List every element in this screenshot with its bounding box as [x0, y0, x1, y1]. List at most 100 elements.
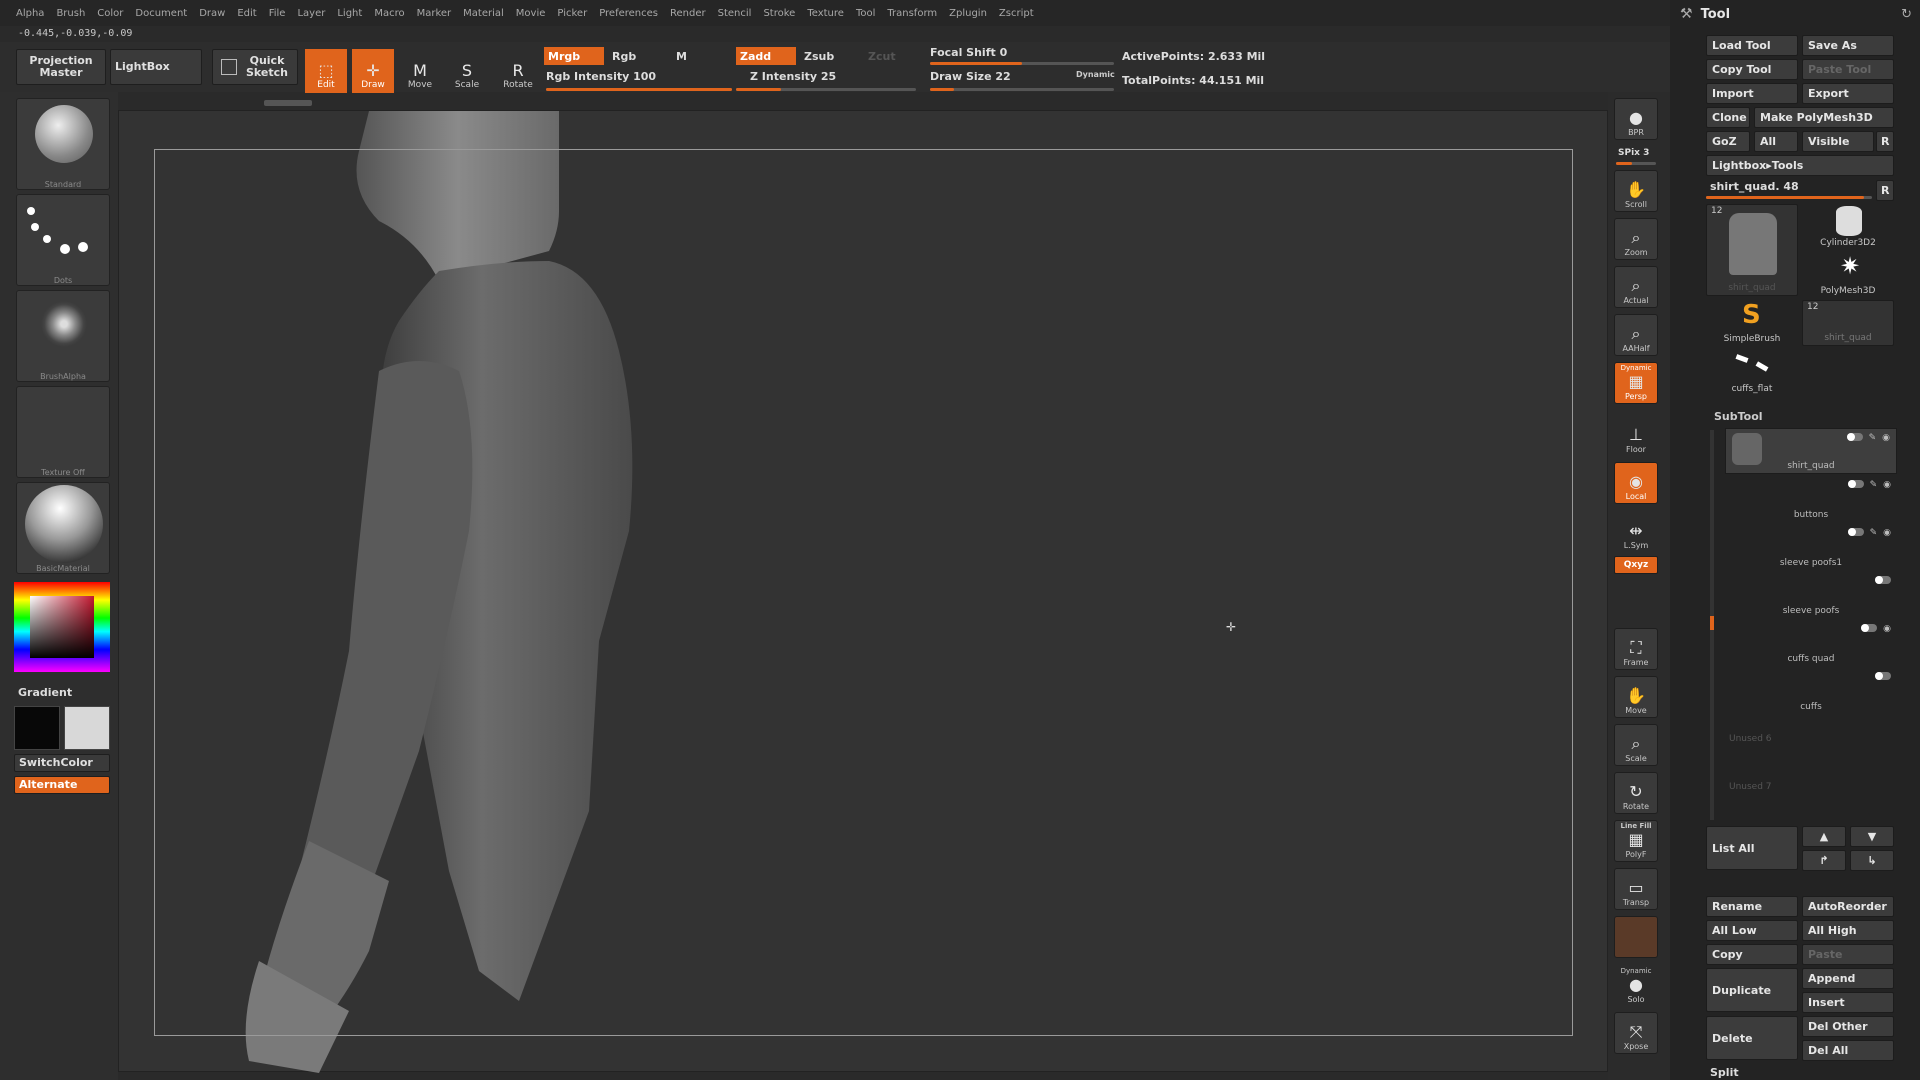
edit-button[interactable]: ⬚ Edit — [305, 49, 347, 93]
tool-item-simplebrush[interactable]: S SimpleBrush — [1706, 300, 1798, 346]
menu-item-stencil[interactable]: Stencil — [718, 8, 752, 19]
import-button[interactable]: Import — [1706, 83, 1798, 104]
color-picker-field[interactable] — [30, 596, 94, 658]
duplicate-button[interactable]: Duplicate — [1706, 968, 1798, 1012]
zsub-button[interactable]: Zsub — [800, 47, 860, 65]
subtool-header[interactable]: SubTool — [1706, 410, 1896, 426]
menu-item-file[interactable]: File — [269, 8, 286, 19]
rgb-button[interactable]: Rgb — [608, 47, 668, 65]
zoom-button[interactable]: ⌕ Zoom — [1614, 218, 1658, 260]
dynamic-toggle[interactable]: Dynamic — [1076, 70, 1115, 79]
menu-item-preferences[interactable]: Preferences — [599, 8, 658, 19]
tool-item-cuffs-flat[interactable]: cuffs_flat — [1706, 350, 1798, 396]
solo-button[interactable]: Dynamic ● Solo — [1614, 964, 1658, 1006]
subtool-scrollbar[interactable] — [1710, 430, 1714, 820]
move-down-button[interactable]: ▼ — [1850, 826, 1894, 847]
tool-item-shirt-quad[interactable]: 12 shirt_quad — [1706, 204, 1798, 296]
scroll-indicator[interactable] — [264, 100, 312, 106]
brush-icon[interactable]: ✎ — [1870, 528, 1878, 538]
goz-r-button[interactable]: R — [1876, 131, 1894, 152]
save-as-button[interactable]: Save As — [1802, 35, 1894, 56]
material-thumbnail[interactable]: BasicMaterial — [16, 482, 110, 574]
menu-item-marker[interactable]: Marker — [417, 8, 452, 19]
menu-item-texture[interactable]: Texture — [807, 8, 844, 19]
del-other-button[interactable]: Del Other — [1802, 1016, 1894, 1037]
eye-icon[interactable]: ◉ — [1883, 624, 1891, 634]
persp-button[interactable]: Dynamic ▦ Persp — [1614, 362, 1658, 404]
copy-tool-button[interactable]: Copy Tool — [1706, 59, 1798, 80]
insert-button[interactable]: Insert — [1802, 992, 1894, 1013]
all-button[interactable]: All — [1754, 131, 1798, 152]
move-bottom-button[interactable]: ↳ — [1850, 850, 1894, 871]
menu-item-render[interactable]: Render — [670, 8, 706, 19]
visibility-toggle[interactable] — [1875, 576, 1891, 584]
draw-size-slider[interactable] — [930, 88, 1114, 91]
copy-subtool-button[interactable]: Copy — [1706, 944, 1798, 965]
clone-button[interactable]: Clone — [1706, 107, 1750, 128]
move-top-button[interactable]: ↱ — [1802, 850, 1846, 871]
paste-subtool-button[interactable]: Paste — [1802, 944, 1894, 965]
all-high-button[interactable]: All High — [1802, 920, 1894, 941]
alternate-button[interactable]: Alternate — [14, 776, 110, 794]
local-button[interactable]: ◉ Local — [1614, 462, 1658, 504]
brush-icon[interactable]: ✎ — [1869, 433, 1877, 443]
delete-button[interactable]: Delete — [1706, 1016, 1798, 1060]
menu-item-brush[interactable]: Brush — [56, 8, 85, 19]
append-button[interactable]: Append — [1802, 968, 1894, 989]
menu-item-stroke[interactable]: Stroke — [763, 8, 795, 19]
lsym-button[interactable]: ⇹ L.Sym — [1614, 510, 1658, 552]
transp-button[interactable]: ▭ Transp — [1614, 868, 1658, 910]
subtool-row-5[interactable]: ◉ cuffs quad — [1725, 620, 1897, 666]
scale-view-button[interactable]: ⌕ Scale — [1614, 724, 1658, 766]
menu-item-macro[interactable]: Macro — [374, 8, 404, 19]
texture-thumbnail[interactable]: Texture Off — [16, 386, 110, 478]
menu-item-picker[interactable]: Picker — [557, 8, 587, 19]
eye-icon[interactable]: ◉ — [1882, 433, 1890, 443]
move-view-button[interactable]: ✋ Move — [1614, 676, 1658, 718]
scroll-button[interactable]: ✋ Scroll — [1614, 170, 1658, 212]
secondary-color-swatch[interactable] — [64, 706, 110, 750]
eye-icon[interactable]: ◉ — [1883, 480, 1891, 490]
autoreorder-button[interactable]: AutoReorder — [1802, 896, 1894, 917]
tool-item-cylinder[interactable]: Cylinder3D2 — [1802, 204, 1894, 250]
spix-slider[interactable] — [1616, 162, 1656, 165]
main-color-swatch[interactable] — [14, 706, 60, 750]
subtool-row-3[interactable]: ✎ ◉ sleeve poofs1 — [1725, 524, 1897, 570]
menu-item-draw[interactable]: Draw — [199, 8, 225, 19]
frame-button[interactable]: ⛶ Frame — [1614, 628, 1658, 670]
current-tool-slider[interactable] — [1706, 196, 1872, 199]
menu-item-zscript[interactable]: Zscript — [999, 8, 1034, 19]
floor-button[interactable]: ⊥ Floor — [1614, 414, 1658, 456]
move-button[interactable]: M Move — [399, 49, 441, 93]
refresh-icon[interactable]: ↻ — [1901, 7, 1912, 22]
rename-button[interactable]: Rename — [1706, 896, 1798, 917]
all-low-button[interactable]: All Low — [1706, 920, 1798, 941]
lightbox-tools-button[interactable]: Lightbox▸Tools — [1706, 155, 1894, 176]
menu-item-light[interactable]: Light — [337, 8, 362, 19]
xyz-button[interactable]: Qxyz — [1614, 556, 1658, 574]
polyf-button[interactable]: Line Fill ▦ PolyF — [1614, 820, 1658, 862]
brush-icon[interactable]: ✎ — [1870, 480, 1878, 490]
xpose-button[interactable]: ⤧ Xpose — [1614, 1012, 1658, 1054]
menu-item-edit[interactable]: Edit — [237, 8, 256, 19]
move-up-button[interactable]: ▲ — [1802, 826, 1846, 847]
visibility-toggle[interactable] — [1847, 528, 1864, 536]
zadd-button[interactable]: Zadd — [736, 47, 796, 65]
projection-master-button[interactable]: Projection Master — [16, 49, 106, 85]
visible-button[interactable]: Visible — [1802, 131, 1874, 152]
color-picker[interactable] — [14, 582, 110, 672]
menu-item-transform[interactable]: Transform — [887, 8, 937, 19]
menu-item-movie[interactable]: Movie — [516, 8, 546, 19]
menu-item-document[interactable]: Document — [135, 8, 187, 19]
alpha-thumbnail[interactable]: BrushAlpha — [16, 290, 110, 382]
subtool-row-4[interactable]: sleeve poofs — [1725, 572, 1897, 618]
eye-icon[interactable]: ◉ — [1883, 528, 1891, 538]
load-tool-button[interactable]: Load Tool — [1706, 35, 1798, 56]
split-header[interactable]: Split — [1710, 1066, 1739, 1079]
quick-sketch-button[interactable]: Quick Sketch — [212, 49, 298, 85]
subtool-scroll-thumb[interactable] — [1710, 616, 1714, 630]
subtool-row-6[interactable]: cuffs — [1725, 668, 1897, 714]
draw-button[interactable]: ✛ Draw — [352, 49, 394, 93]
subtool-row-1[interactable]: ✎ ◉ shirt_quad — [1725, 428, 1897, 474]
list-all-button[interactable]: List All — [1706, 826, 1798, 870]
